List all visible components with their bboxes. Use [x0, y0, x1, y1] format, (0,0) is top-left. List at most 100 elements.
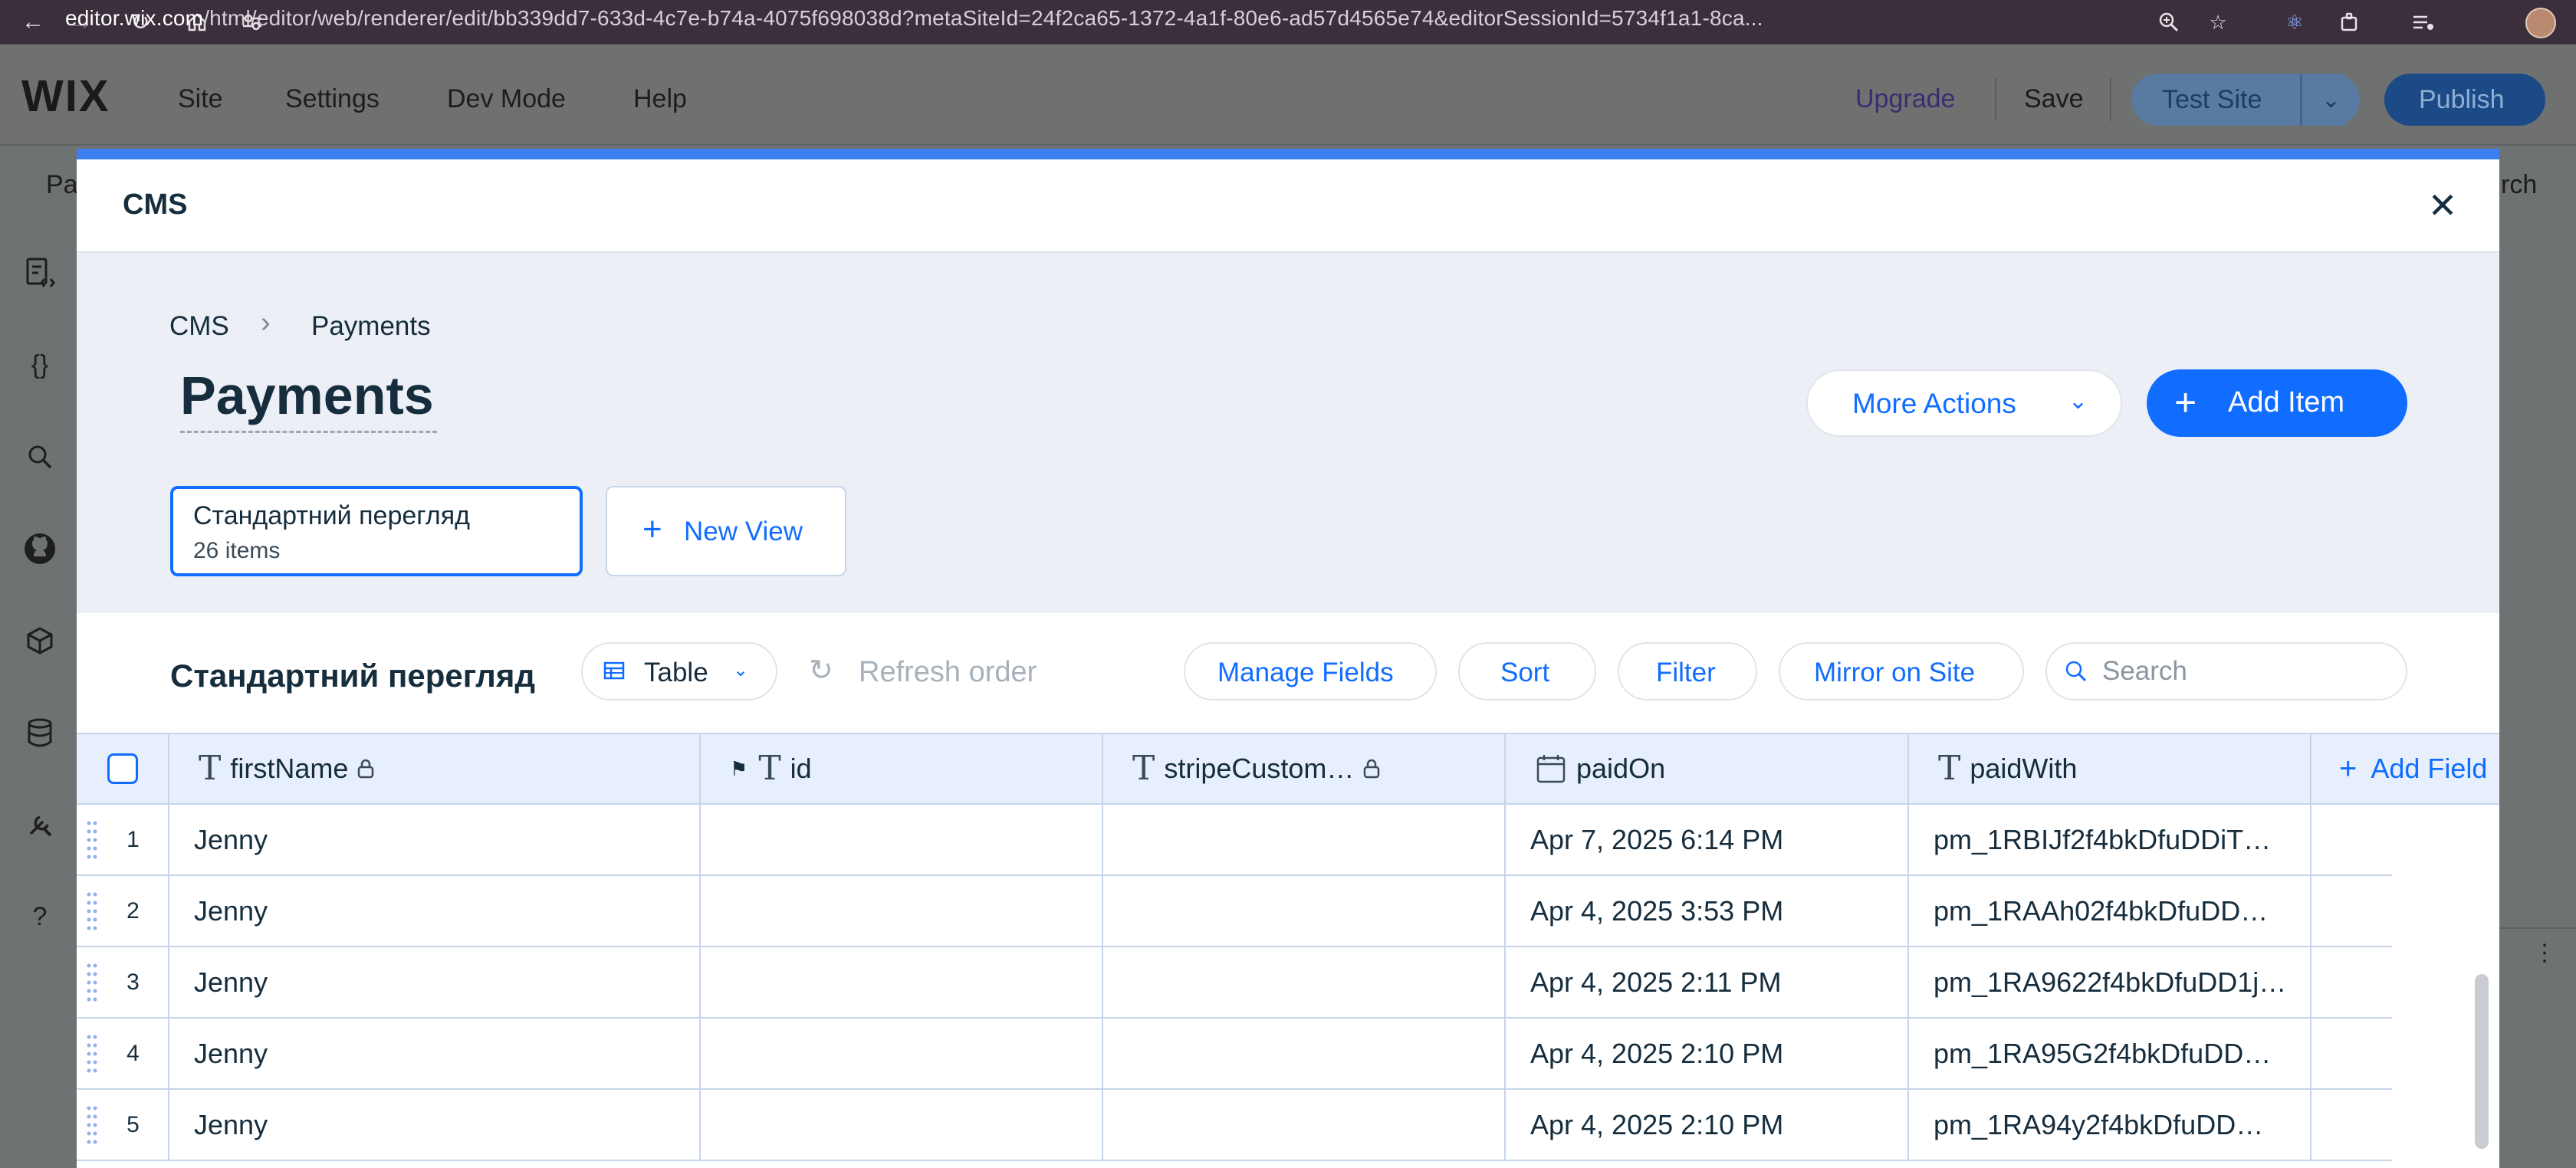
- cell-paidWith-text: pm_1RAAh02f4bkDfuDD…: [1934, 894, 2269, 927]
- drag-dot: [93, 1060, 97, 1065]
- cell-paidOn[interactable]: Apr 4, 2025 2:11 PM: [1506, 947, 1909, 1017]
- cell-paidWith-text: pm_1RA9622f4bkDfuDD1j…: [1934, 966, 2287, 998]
- menu-help[interactable]: Help: [633, 84, 687, 114]
- zoom-icon[interactable]: [2156, 9, 2182, 35]
- cell-paidOn[interactable]: Apr 4, 2025 3:53 PM: [1506, 876, 1909, 946]
- filter-button[interactable]: Filter: [1618, 642, 1757, 700]
- cell-id[interactable]: [701, 1019, 1103, 1088]
- drag-dot: [87, 1068, 91, 1073]
- cell-paidWith[interactable]: pm_1RA95G2f4bkDfuDD…: [1909, 1019, 2312, 1088]
- drag-handle-icon[interactable]: [86, 890, 98, 933]
- publish-button[interactable]: Publish: [2384, 74, 2545, 126]
- vertical-scrollbar[interactable]: [2475, 974, 2489, 1149]
- react-devtools-icon[interactable]: ⚛: [2282, 9, 2308, 35]
- packages-cube-icon[interactable]: [23, 624, 57, 658]
- mirror-on-site-button[interactable]: Mirror on Site: [1779, 642, 2024, 700]
- new-view-button[interactable]: + New View: [606, 486, 846, 576]
- add-item-label: Add Item: [2228, 386, 2345, 418]
- cell-paidWith[interactable]: pm_1RA94y2f4bkDfuDD…: [1909, 1090, 2312, 1160]
- cell-paidWith-text: pm_1RA94y2f4bkDfuDD…: [1934, 1108, 2264, 1140]
- column-header-firstName[interactable]: T firstName: [169, 734, 701, 803]
- cell-id[interactable]: [701, 876, 1103, 946]
- plus-icon: +: [642, 510, 662, 548]
- extensions-icon[interactable]: [2337, 9, 2363, 35]
- drag-dot: [87, 1035, 91, 1039]
- page-title[interactable]: Payments: [180, 365, 437, 433]
- drag-dot: [87, 917, 91, 922]
- cell-firstName[interactable]: Jenny: [169, 1090, 701, 1160]
- column-header-id[interactable]: ⚑ T id: [701, 734, 1103, 803]
- cell-firstName[interactable]: Jenny: [169, 805, 701, 874]
- plus-icon: +: [2174, 381, 2197, 424]
- table-row[interactable]: 4 Jenny Apr 4, 2025 2:10 PM pm_1RA95G2f4bkD…: [77, 1019, 2392, 1090]
- github-icon[interactable]: [23, 532, 57, 566]
- cell-id[interactable]: [701, 805, 1103, 874]
- cell-paidWith[interactable]: pm_1RBIJf2f4bkDfuDDiT…: [1909, 805, 2312, 874]
- media-control-icon[interactable]: [2410, 9, 2436, 35]
- upgrade-link[interactable]: Upgrade: [1855, 84, 1955, 114]
- menu-dev-mode[interactable]: Dev Mode: [447, 84, 566, 114]
- bookmark-star-icon[interactable]: ☆: [2205, 9, 2231, 35]
- more-options-icon[interactable]: ⋮: [2533, 940, 2556, 966]
- column-header-stripeCustomer[interactable]: T stripeCustom…: [1103, 734, 1506, 803]
- drag-handle-icon[interactable]: [86, 1104, 98, 1147]
- menu-settings[interactable]: Settings: [285, 84, 380, 114]
- drag-handle-icon[interactable]: [86, 961, 98, 1004]
- cell-id[interactable]: [701, 947, 1103, 1017]
- column-header-paidOn[interactable]: paidOn: [1506, 734, 1909, 803]
- cell-id[interactable]: [701, 1090, 1103, 1160]
- close-icon[interactable]: ✕: [2420, 182, 2466, 228]
- profile-avatar[interactable]: [2525, 8, 2556, 38]
- table-row[interactable]: 3 Jenny Apr 4, 2025 2:11 PM pm_1RA9622f4bkD…: [77, 947, 2392, 1019]
- search-menu-fragment[interactable]: rch: [2501, 170, 2537, 200]
- back-icon[interactable]: ←: [18, 8, 48, 37]
- breadcrumb-cms[interactable]: CMS: [169, 311, 229, 342]
- search-field[interactable]: [2045, 642, 2407, 700]
- layout-select[interactable]: Table ⌄: [581, 642, 777, 700]
- cell-stripeCustomer[interactable]: [1103, 947, 1506, 1017]
- layout-label: Table: [644, 658, 708, 687]
- cell-firstName-text: Jenny: [194, 894, 268, 927]
- more-actions-button[interactable]: More Actions ⌄: [1806, 369, 2122, 437]
- search-icon[interactable]: [23, 440, 57, 474]
- cell-paidOn-text: Apr 4, 2025 3:53 PM: [1530, 894, 1784, 927]
- tools-icon[interactable]: [23, 808, 57, 842]
- save-button[interactable]: Save: [2024, 84, 2084, 114]
- cell-stripeCustomer[interactable]: [1103, 876, 1506, 946]
- drag-dot: [93, 1140, 97, 1144]
- table-row[interactable]: 2 Jenny Apr 4, 2025 3:53 PM pm_1RAAh02f4bkD…: [77, 876, 2392, 947]
- cell-paidOn[interactable]: Apr 4, 2025 2:10 PM: [1506, 1090, 1909, 1160]
- add-field-button[interactable]: + Add Field: [2312, 734, 2499, 803]
- menu-site[interactable]: Site: [178, 84, 223, 114]
- view-card-default[interactable]: Стандартний перегляд 26 items: [170, 486, 583, 576]
- cell-paidWith[interactable]: pm_1RAAh02f4bkDfuDD…: [1909, 876, 2312, 946]
- database-icon[interactable]: [23, 716, 57, 750]
- chevron-down-icon[interactable]: ⌄: [2300, 74, 2360, 126]
- page-code-icon[interactable]: [23, 256, 57, 290]
- table-row[interactable]: 1 Jenny Apr 7, 2025 6:14 PM pm_1RBIJf2f4bkD…: [77, 805, 2392, 876]
- cell-firstName[interactable]: Jenny: [169, 947, 701, 1017]
- cell-firstName[interactable]: Jenny: [169, 876, 701, 946]
- drag-handle-icon[interactable]: [86, 1032, 98, 1075]
- cell-stripeCustomer[interactable]: [1103, 1019, 1506, 1088]
- cell-firstName[interactable]: Jenny: [169, 1019, 701, 1088]
- refresh-order-button[interactable]: Refresh order: [859, 656, 1037, 689]
- search-input[interactable]: [2102, 655, 2394, 688]
- cell-stripeCustomer[interactable]: [1103, 805, 1506, 874]
- table-row[interactable]: 5 Jenny Apr 4, 2025 2:10 PM pm_1RA94y2f4bkD…: [77, 1090, 2392, 1161]
- sort-button[interactable]: Sort: [1458, 642, 1596, 700]
- add-item-button[interactable]: + Add Item: [2147, 369, 2407, 437]
- cell-paidOn[interactable]: Apr 7, 2025 6:14 PM: [1506, 805, 1909, 874]
- cell-stripeCustomer[interactable]: [1103, 1090, 1506, 1160]
- help-question-icon[interactable]: ?: [23, 900, 57, 933]
- drag-handle-icon[interactable]: [86, 819, 98, 861]
- pages-menu-fragment[interactable]: Pa: [46, 170, 78, 200]
- address-bar[interactable]: editor.wix.com/html/editor/web/renderer/…: [65, 6, 2128, 31]
- select-all-checkbox[interactable]: [107, 753, 138, 784]
- collection-panel: Стандартний перегляд Table ⌄ ↻ Refresh o…: [77, 613, 2499, 1168]
- cell-paidOn[interactable]: Apr 4, 2025 2:10 PM: [1506, 1019, 1909, 1088]
- cell-paidWith[interactable]: pm_1RA9622f4bkDfuDD1j…: [1909, 947, 2312, 1017]
- code-braces-icon[interactable]: {}: [23, 348, 57, 382]
- manage-fields-button[interactable]: Manage Fields: [1184, 642, 1437, 700]
- column-header-paidWith[interactable]: T paidWith: [1909, 734, 2312, 803]
